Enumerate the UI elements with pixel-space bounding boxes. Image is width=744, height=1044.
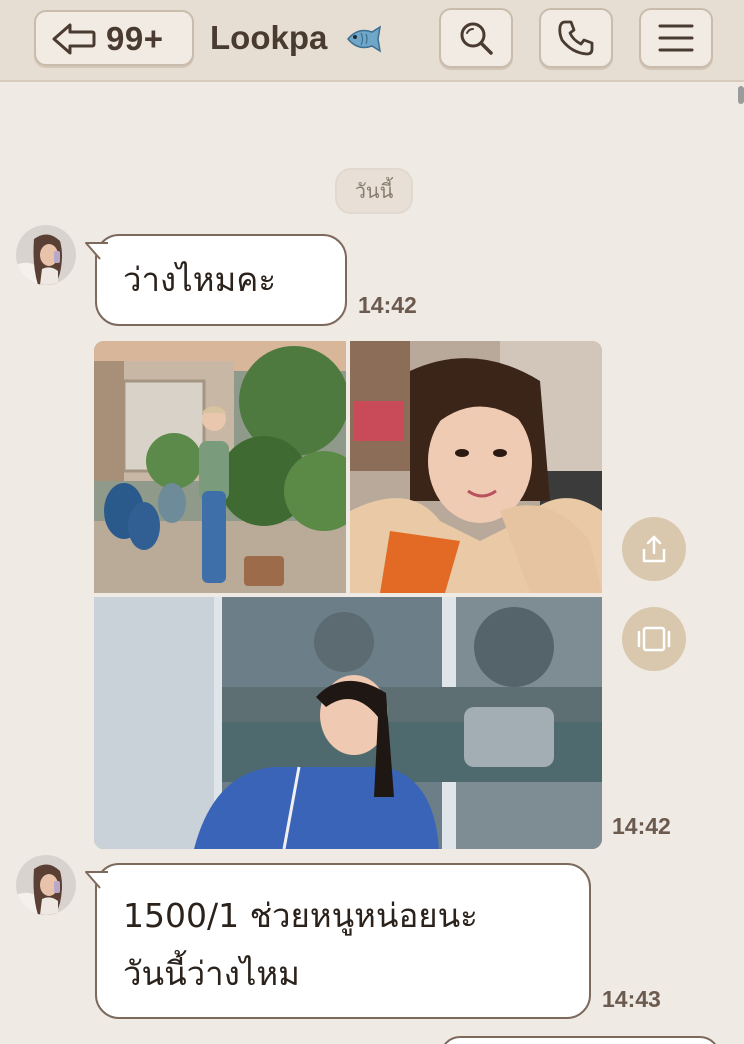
- menu-button[interactable]: [639, 8, 713, 68]
- chat-title: Lookpa: [210, 19, 328, 56]
- message-timestamp: 14:42: [358, 292, 417, 318]
- search-button[interactable]: [439, 8, 513, 68]
- message-text-line: 1500/1 ช่วยหนูหน่อยนะ: [123, 896, 478, 935]
- message-bubble[interactable]: ว่างไหมคะ: [85, 234, 347, 326]
- share-button[interactable]: [622, 517, 686, 581]
- message-timestamp: 14:43: [602, 986, 661, 1012]
- fish-icon: [347, 25, 382, 53]
- search-icon: [460, 22, 493, 55]
- back-button[interactable]: 99+: [34, 10, 194, 66]
- sender-avatar[interactable]: [16, 855, 76, 915]
- chat-header: 99+ Lookpa: [0, 0, 744, 82]
- call-button[interactable]: [539, 8, 613, 68]
- photo-thumbnail[interactable]: [94, 341, 346, 593]
- menu-icon: [658, 24, 694, 52]
- chat-screen: 99+ Lookpa วันนี้ ว่างไหมคะ 14:42 14:42 …: [0, 0, 744, 1044]
- scrollbar[interactable]: [738, 86, 744, 104]
- back-arrow-icon: [52, 23, 96, 55]
- photo-thumbnail[interactable]: [350, 341, 602, 593]
- message-timestamp: 14:42: [612, 813, 671, 839]
- gallery-button[interactable]: [622, 607, 686, 671]
- message-bubble[interactable]: [440, 1036, 720, 1044]
- sender-avatar[interactable]: [16, 225, 76, 285]
- message-text-line: วันนี้ว่างไหม: [123, 954, 300, 993]
- unread-count-badge: 99+: [106, 20, 164, 57]
- phone-icon: [558, 20, 594, 56]
- date-divider: วันนี้: [335, 168, 413, 214]
- share-icon: [642, 535, 666, 563]
- gallery-icon: [637, 626, 671, 652]
- message-bubble[interactable]: 1500/1 ช่วยหนูหน่อยนะ วันนี้ว่างไหม: [85, 863, 591, 1019]
- photo-thumbnail[interactable]: [94, 597, 602, 849]
- message-text: ว่างไหมคะ: [123, 260, 277, 299]
